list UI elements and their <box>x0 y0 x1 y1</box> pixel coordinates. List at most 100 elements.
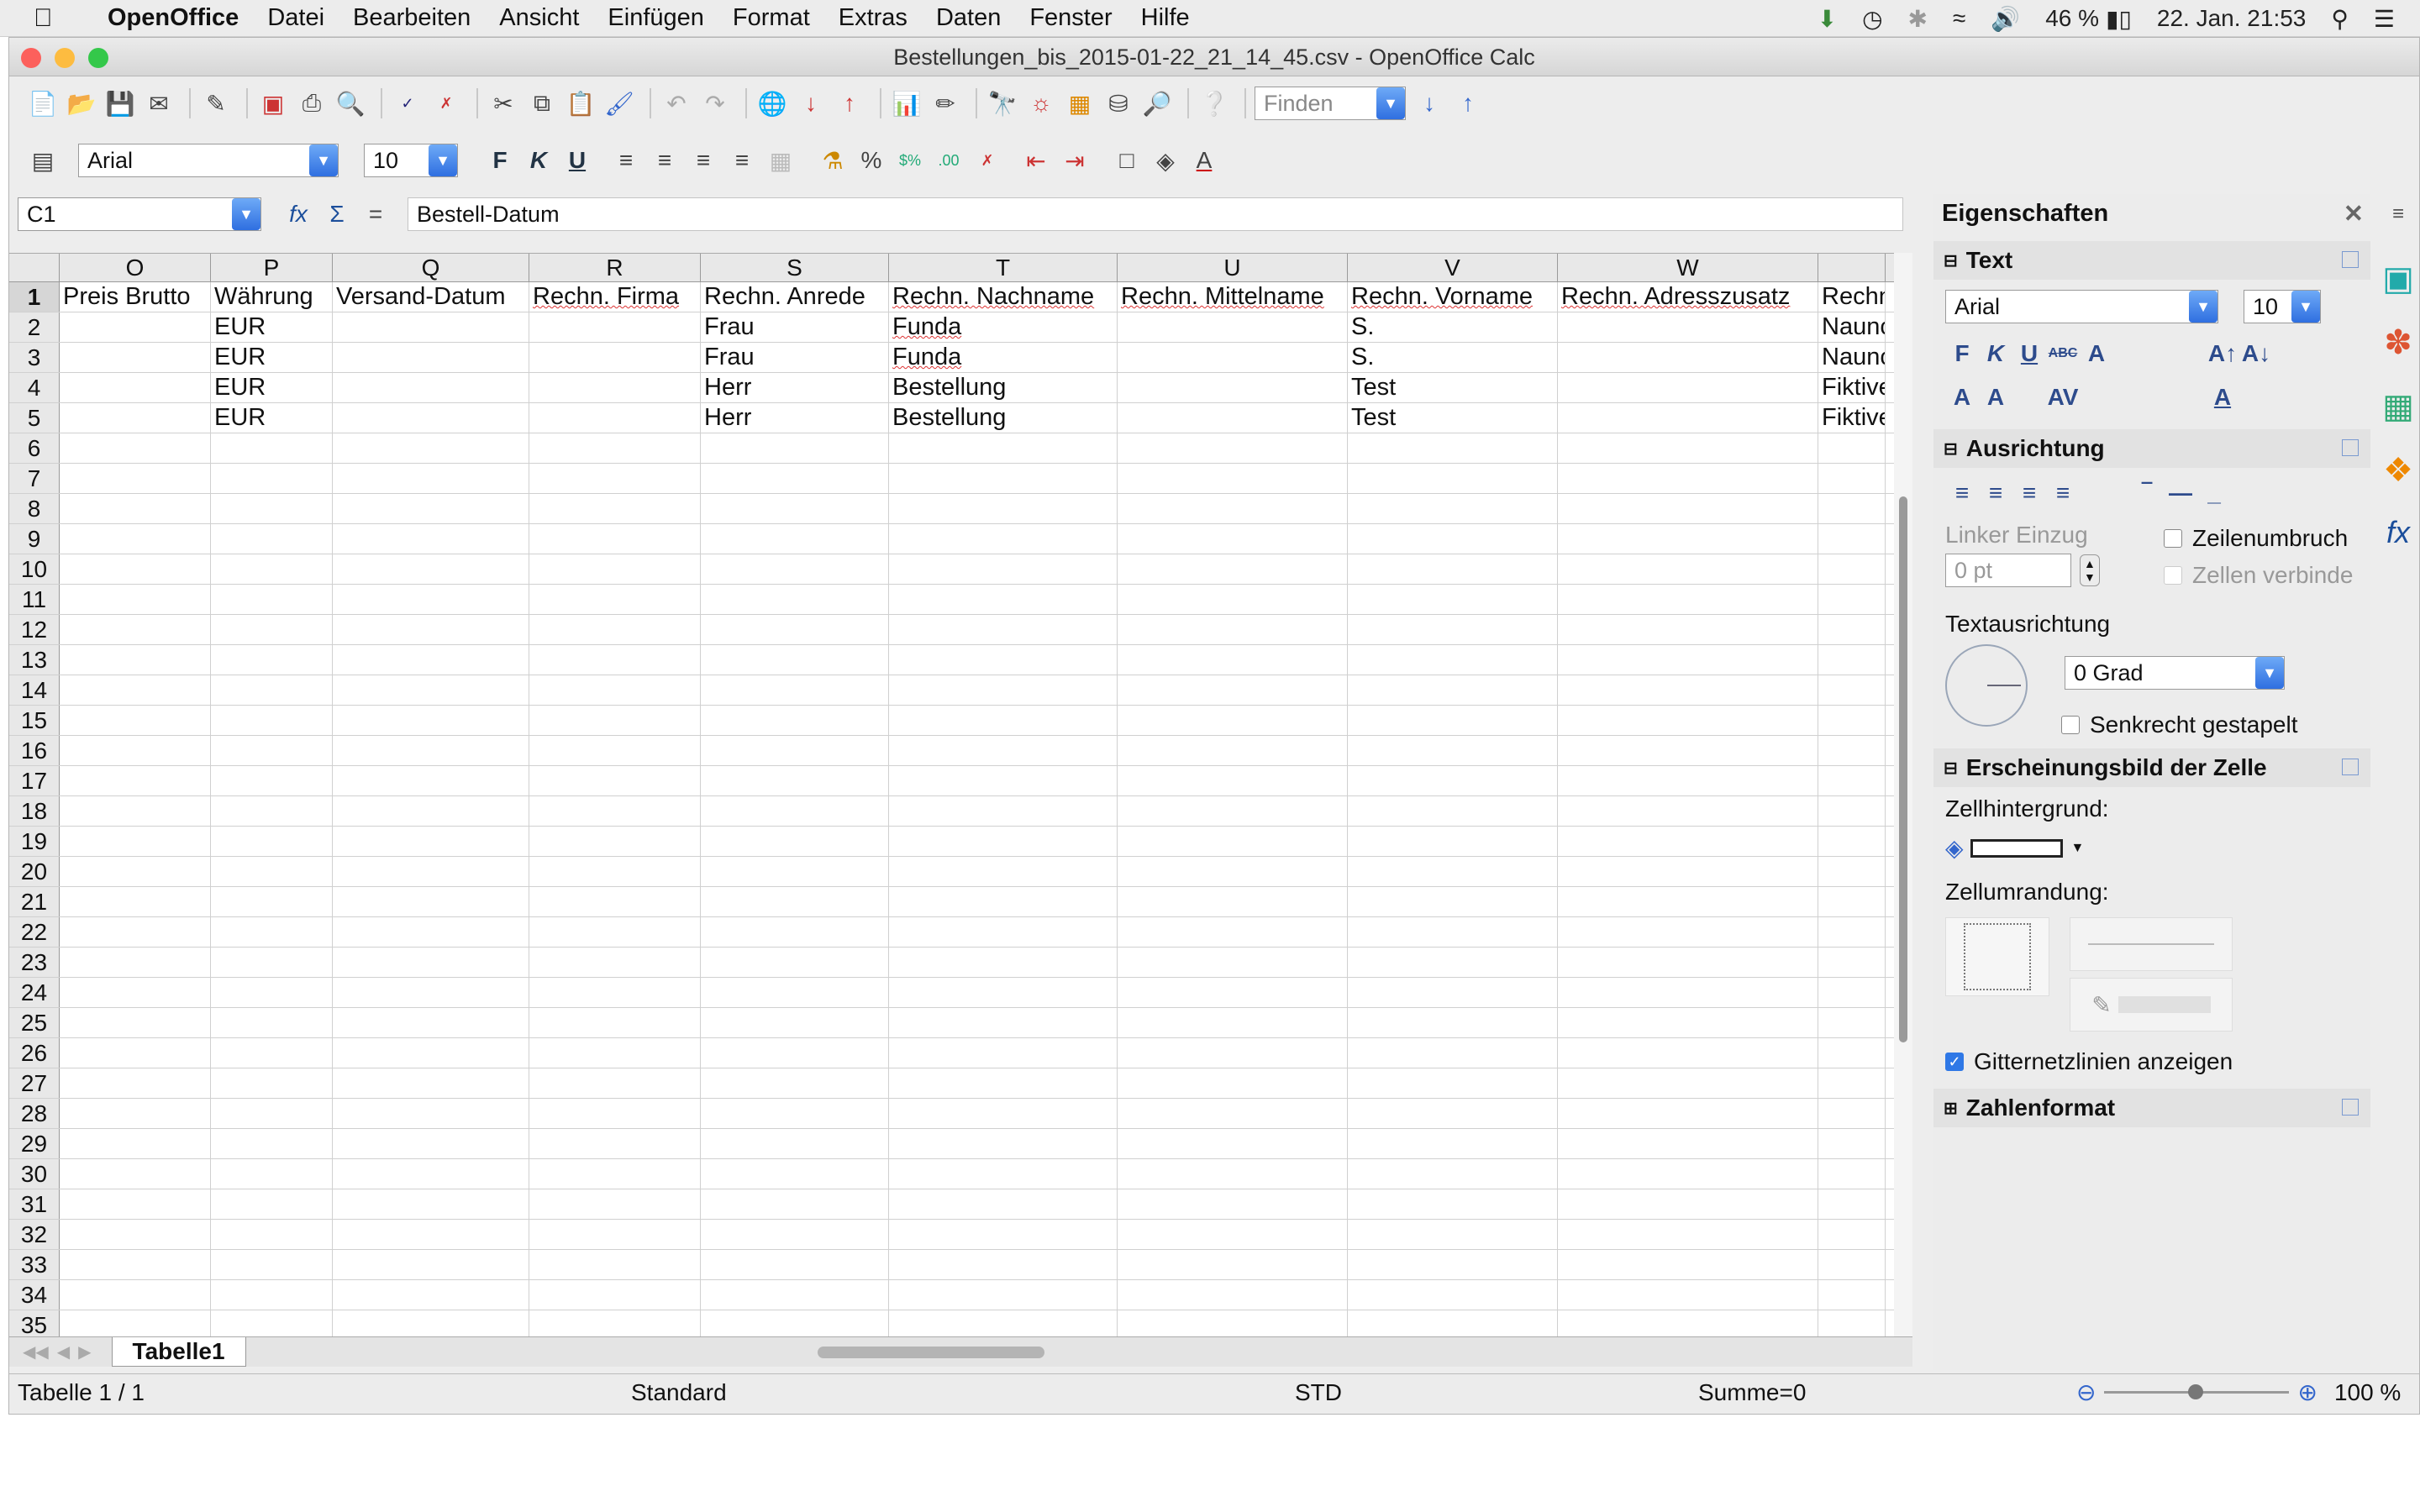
cell[interactable] <box>1818 766 1886 795</box>
cell[interactable] <box>701 1129 889 1158</box>
cell[interactable] <box>211 796 333 826</box>
row-header[interactable]: 32 <box>9 1220 60 1249</box>
copy-icon[interactable]: ⧉ <box>525 87 559 120</box>
cell[interactable] <box>333 615 529 644</box>
cell[interactable]: Herr <box>701 403 889 433</box>
cell[interactable] <box>1348 1099 1558 1128</box>
cell[interactable] <box>889 766 1118 795</box>
sidebar-bold-icon[interactable]: F <box>1945 337 1979 370</box>
cell[interactable] <box>889 1159 1118 1189</box>
cell[interactable] <box>1818 827 1886 856</box>
row-header[interactable]: 6 <box>9 433 60 463</box>
sort-descending-icon[interactable]: ↑ <box>833 87 866 120</box>
cell[interactable]: Naunc <box>1818 343 1886 372</box>
rotation-combo[interactable]: 0 Grad ▼ <box>2065 656 2285 690</box>
row-header[interactable]: 8 <box>9 494 60 523</box>
cell[interactable] <box>701 1189 889 1219</box>
cell[interactable]: Funda <box>889 312 1118 342</box>
row-header[interactable]: 10 <box>9 554 60 584</box>
more-options-icon[interactable] <box>2342 439 2359 456</box>
cell[interactable] <box>1118 1038 1348 1068</box>
rotation-dial[interactable] <box>1945 644 2028 727</box>
cell[interactable] <box>60 1159 211 1189</box>
cell[interactable] <box>1348 766 1558 795</box>
cell[interactable] <box>1118 1280 1348 1310</box>
row-header[interactable]: 13 <box>9 645 60 675</box>
cell[interactable] <box>60 312 211 342</box>
cell[interactable] <box>1118 736 1348 765</box>
row-header[interactable]: 26 <box>9 1038 60 1068</box>
cell[interactable]: Fiktive <box>1818 403 1886 433</box>
cell[interactable]: Bestellung <box>889 373 1118 402</box>
stacked-checkbox[interactable] <box>2061 716 2080 734</box>
row-header[interactable]: 4 <box>9 373 60 402</box>
cell[interactable] <box>211 948 333 977</box>
cell[interactable] <box>1818 1038 1886 1068</box>
cell[interactable] <box>1558 948 1818 977</box>
font-color-icon[interactable]: A <box>1187 144 1221 177</box>
cell[interactable] <box>1118 675 1348 705</box>
cell[interactable] <box>529 1310 701 1336</box>
cell[interactable] <box>529 948 701 977</box>
page-preview-icon[interactable]: 🔍 <box>334 87 367 120</box>
cell[interactable] <box>1118 978 1348 1007</box>
cell[interactable] <box>333 857 529 886</box>
cell[interactable] <box>1348 524 1558 554</box>
cell[interactable] <box>1118 1129 1348 1158</box>
cell[interactable] <box>1558 1008 1818 1037</box>
cell[interactable] <box>333 1099 529 1128</box>
cell[interactable] <box>60 1038 211 1068</box>
cell[interactable]: Versand-Datum <box>333 282 529 312</box>
cell[interactable] <box>889 827 1118 856</box>
menu-fenster[interactable]: Fenster <box>1029 4 1112 32</box>
cell[interactable] <box>333 524 529 554</box>
menu-bearbeiten[interactable]: Bearbeiten <box>353 4 471 32</box>
cell[interactable] <box>889 675 1118 705</box>
cell[interactable] <box>60 1189 211 1219</box>
cell[interactable] <box>529 736 701 765</box>
column-header[interactable]: S <box>701 254 889 281</box>
justify-icon[interactable]: ≡ <box>725 144 759 177</box>
row-header[interactable]: 27 <box>9 1068 60 1098</box>
chevron-down-icon[interactable]: ▼ <box>429 144 457 176</box>
cell[interactable] <box>1818 948 1886 977</box>
cell[interactable] <box>1348 585 1558 614</box>
cell[interactable] <box>701 645 889 675</box>
cut-icon[interactable]: ✂ <box>487 87 520 120</box>
cell[interactable] <box>889 1189 1118 1219</box>
cell[interactable] <box>60 796 211 826</box>
cell[interactable] <box>211 857 333 886</box>
cell[interactable] <box>1818 1189 1886 1219</box>
cell[interactable] <box>529 554 701 584</box>
cell[interactable] <box>529 1280 701 1310</box>
line-color-picker[interactable]: ✎ <box>2070 978 2233 1032</box>
row-header[interactable]: 31 <box>9 1189 60 1219</box>
menu-extras[interactable]: Extras <box>839 4 908 32</box>
cell[interactable] <box>60 464 211 493</box>
styles-tab-icon[interactable]: ✽ <box>2384 323 2412 362</box>
cell[interactable] <box>1818 1159 1886 1189</box>
cell[interactable] <box>1118 494 1348 523</box>
cell[interactable] <box>211 1189 333 1219</box>
cell[interactable] <box>1348 1310 1558 1336</box>
superscript-icon[interactable]: A <box>1945 381 1979 414</box>
cell[interactable] <box>60 373 211 402</box>
cell[interactable]: Bestellung <box>889 403 1118 433</box>
cell[interactable] <box>211 645 333 675</box>
cell[interactable] <box>333 675 529 705</box>
cell[interactable]: Funda <box>889 343 1118 372</box>
cell[interactable] <box>1818 917 1886 947</box>
cell[interactable] <box>1818 796 1886 826</box>
cell[interactable] <box>1118 1008 1348 1037</box>
menu-datei[interactable]: Datei <box>267 4 324 32</box>
row-header[interactable]: 33 <box>9 1250 60 1279</box>
cell[interactable] <box>889 978 1118 1007</box>
cell[interactable] <box>1558 1310 1818 1336</box>
cell[interactable] <box>889 1250 1118 1279</box>
cell[interactable] <box>1818 1220 1886 1249</box>
cell[interactable] <box>1558 917 1818 947</box>
cell[interactable] <box>1818 978 1886 1007</box>
cell[interactable] <box>529 887 701 916</box>
cell[interactable]: Rechn. Vorname <box>1348 282 1558 312</box>
sum-display[interactable]: Summe=0 <box>1698 1379 2076 1406</box>
